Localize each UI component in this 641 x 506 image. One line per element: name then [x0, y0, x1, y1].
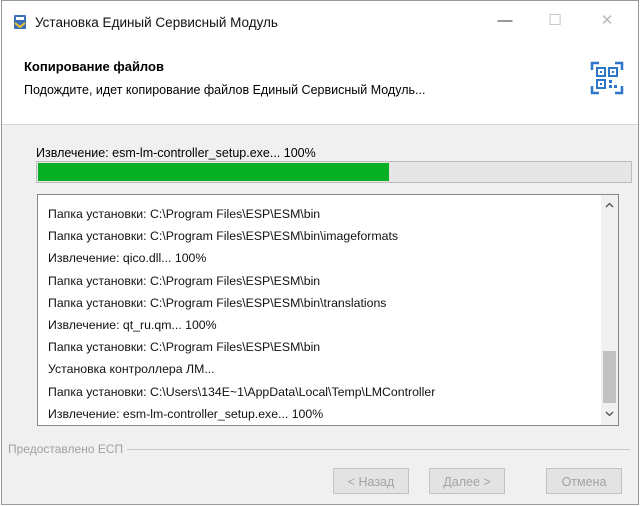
- progress-bar: [36, 161, 632, 183]
- next-button[interactable]: Далее >: [429, 468, 505, 494]
- qr-code-icon: [590, 61, 624, 95]
- back-button[interactable]: < Назад: [333, 468, 409, 494]
- extraction-status: Извлечение: esm-lm-controller_setup.exe.…: [36, 146, 316, 160]
- page-subtitle: Подождите, идет копирование файлов Едины…: [24, 83, 426, 97]
- log-lines: Папка установки: C:\Program Files\ESP\ES…: [48, 203, 594, 425]
- close-button[interactable]: ✕: [584, 5, 630, 37]
- log-line: Извлечение: qt_ru.qm... 100%: [48, 317, 217, 332]
- title-bar: Установка Единый Сервисный Модуль — ☐ ✕: [2, 1, 638, 41]
- chevron-up-icon[interactable]: [601, 197, 618, 214]
- provided-by-label: Предоставлено ЕСП: [8, 442, 128, 456]
- installer-window: Установка Единый Сервисный Модуль — ☐ ✕ …: [1, 0, 639, 505]
- minimize-button[interactable]: —: [482, 5, 528, 37]
- chevron-down-icon[interactable]: [601, 406, 618, 423]
- window-title: Установка Единый Сервисный Модуль: [35, 15, 278, 30]
- log-line: Папка установки: C:\Program Files\ESP\ES…: [48, 295, 387, 310]
- scroll-thumb[interactable]: [603, 351, 616, 403]
- install-log[interactable]: Папка установки: C:\Program Files\ESP\ES…: [37, 194, 619, 426]
- cancel-button[interactable]: Отмена: [546, 468, 622, 494]
- log-line: Папка установки: C:\Program Files\ESP\ES…: [48, 229, 399, 244]
- log-line: Папка установки: C:\Program Files\ESP\ES…: [48, 340, 321, 355]
- progress-fill: [38, 163, 390, 181]
- wizard-header: Копирование файлов Подождите, идет копир…: [2, 41, 638, 125]
- log-line: Папка установки: C:\Users\134E~1\AppData…: [48, 384, 436, 399]
- installer-app-icon: [12, 14, 28, 30]
- log-line: Папка установки: C:\Program Files\ESP\ES…: [48, 273, 321, 288]
- log-line: Извлечение: esm-lm-controller_setup.exe.…: [48, 406, 324, 421]
- log-line: Извлечение: qico.dll... 100%: [48, 251, 207, 266]
- maximize-button[interactable]: ☐: [532, 5, 578, 37]
- log-scrollbar[interactable]: [601, 195, 618, 425]
- log-line: Папка установки: C:\Program Files\ESP\ES…: [48, 207, 321, 221]
- log-line: Установка контроллера ЛМ...: [48, 362, 215, 377]
- page-title: Копирование файлов: [24, 59, 164, 74]
